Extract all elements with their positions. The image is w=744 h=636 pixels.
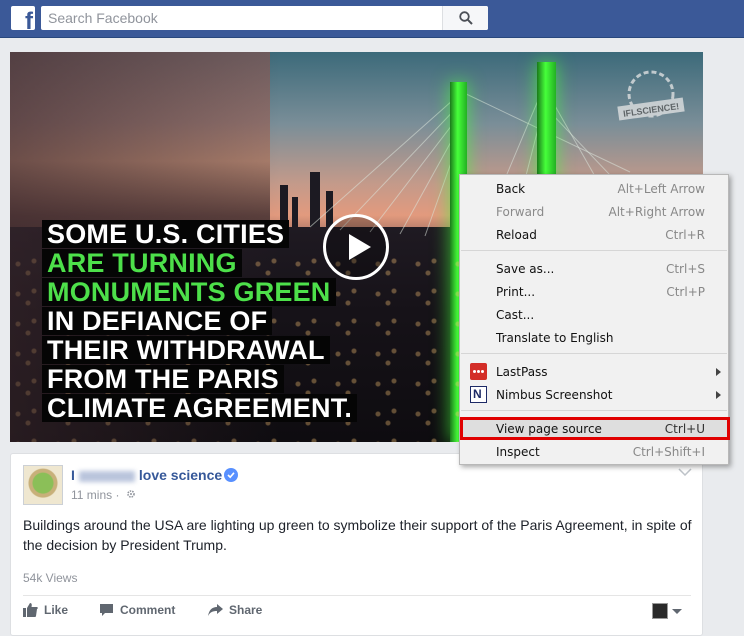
menu-item-reload[interactable]: Reload Ctrl+R bbox=[460, 224, 728, 246]
headline-line: MONUMENTS GREEN bbox=[42, 278, 357, 306]
post-options-chevron-icon[interactable] bbox=[678, 468, 692, 476]
headline-line: SOME U.S. CITIES bbox=[42, 220, 357, 248]
play-button[interactable] bbox=[323, 214, 389, 280]
headline-line: IN DEFIANCE OF bbox=[42, 307, 357, 335]
meta-separator: · bbox=[115, 488, 120, 502]
post-meta: 11 mins · bbox=[71, 488, 136, 502]
menu-item-save-as[interactable]: Save as... Ctrl+S bbox=[460, 258, 728, 280]
watermark-logo: IFLSCIENCE! bbox=[617, 70, 685, 121]
highlight-box bbox=[460, 417, 730, 440]
context-menu: Back Alt+Left Arrow Forward Alt+Right Arro… bbox=[459, 174, 730, 465]
share-arrow-icon bbox=[208, 604, 223, 616]
public-gear-icon bbox=[127, 490, 135, 498]
menu-item-cast[interactable]: Cast... bbox=[460, 304, 728, 326]
search-box bbox=[41, 6, 488, 30]
search-input[interactable] bbox=[41, 6, 441, 30]
caret-down-icon[interactable] bbox=[672, 609, 682, 614]
page-name[interactable]: Ilove science bbox=[71, 467, 222, 483]
menu-item-inspect[interactable]: Inspect Ctrl+Shift+I bbox=[460, 441, 728, 463]
thumbs-up-icon bbox=[23, 603, 38, 617]
post-actions: Like Comment Share bbox=[23, 596, 691, 626]
post-card: Ilove science 11 mins · Buildings around… bbox=[10, 453, 703, 636]
comment-bubble-icon bbox=[100, 604, 113, 616]
menu-item-back[interactable]: Back Alt+Left Arrow bbox=[460, 178, 728, 200]
submenu-arrow-icon bbox=[716, 391, 721, 399]
menu-item-lastpass[interactable]: LastPass bbox=[460, 361, 728, 383]
submenu-arrow-icon bbox=[716, 368, 721, 376]
user-avatar[interactable] bbox=[652, 603, 668, 619]
headline-line: ARE TURNING bbox=[42, 249, 357, 277]
share-button[interactable]: Share bbox=[208, 603, 262, 617]
page-name-end: love science bbox=[138, 467, 223, 483]
nimbus-screenshot-icon: N bbox=[470, 386, 487, 403]
menu-item-translate[interactable]: Translate to English bbox=[460, 327, 728, 349]
play-icon bbox=[349, 234, 371, 260]
headline-line: THEIR WITHDRAWAL bbox=[42, 336, 357, 364]
verified-badge-icon bbox=[224, 468, 238, 482]
page-avatar[interactable] bbox=[23, 465, 63, 505]
page-name-start: I bbox=[71, 467, 75, 483]
menu-separator bbox=[461, 250, 727, 251]
top-bar: f bbox=[0, 0, 744, 38]
menu-item-forward[interactable]: Forward Alt+Right Arrow bbox=[460, 201, 728, 223]
facebook-logo[interactable]: f bbox=[11, 6, 35, 30]
lastpass-icon bbox=[470, 363, 487, 380]
menu-item-nimbus[interactable]: N Nimbus Screenshot bbox=[460, 384, 728, 406]
menu-separator bbox=[461, 410, 727, 411]
headline-line: CLIMATE AGREEMENT. bbox=[42, 394, 358, 422]
like-button[interactable]: Like bbox=[23, 603, 68, 617]
menu-separator bbox=[461, 353, 727, 354]
comment-button[interactable]: Comment bbox=[99, 603, 175, 617]
video-headline: SOME U.S. CITIES ARE TURNING MONUMENTS G… bbox=[42, 220, 358, 423]
search-button[interactable] bbox=[442, 6, 488, 30]
post-time[interactable]: 11 mins bbox=[71, 488, 112, 502]
view-count: 54k Views bbox=[23, 571, 78, 585]
magnifier-icon bbox=[459, 11, 473, 25]
menu-item-print[interactable]: Print... Ctrl+P bbox=[460, 281, 728, 303]
post-text: Buildings around the USA are lighting up… bbox=[23, 517, 692, 553]
headline-line: FROM THE PARIS bbox=[42, 365, 357, 393]
redacted-word bbox=[78, 470, 135, 482]
